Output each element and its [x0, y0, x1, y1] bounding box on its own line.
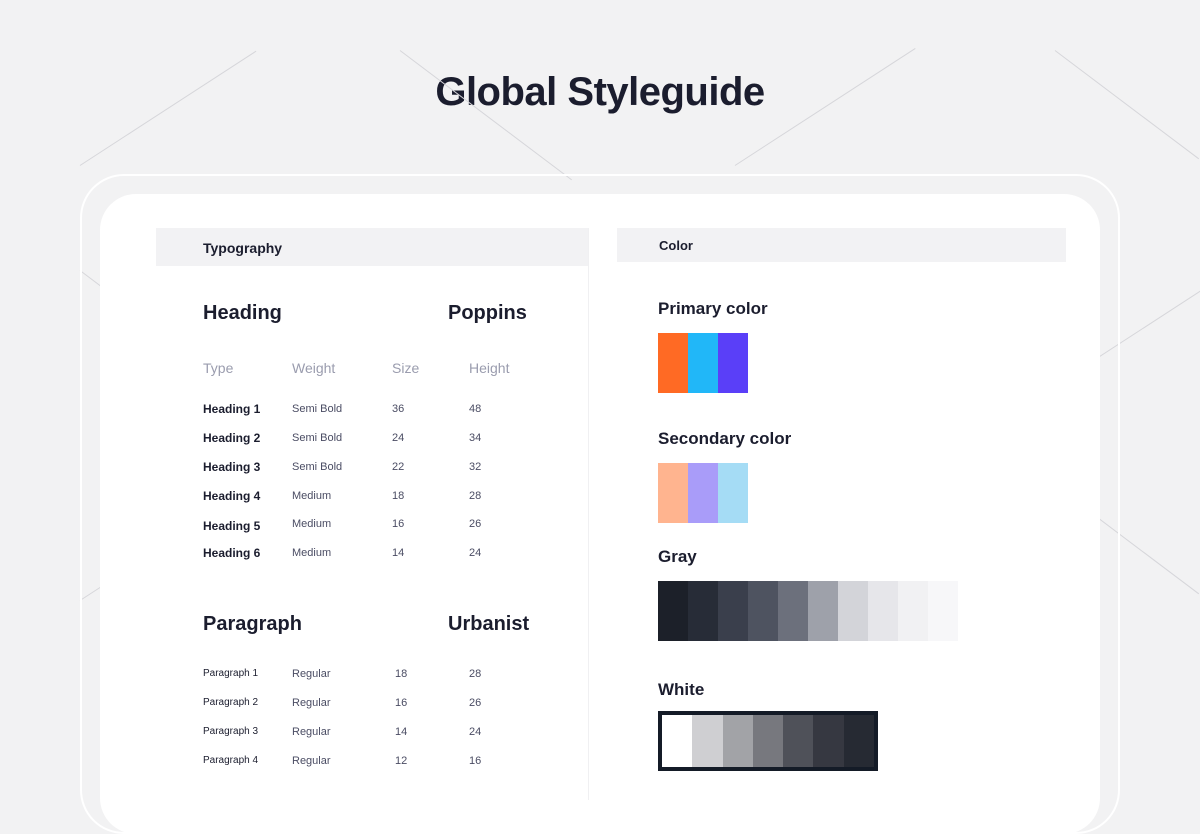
primary-color-swatch — [718, 333, 748, 393]
row-height: 34 — [469, 432, 482, 444]
color-section-header: Color — [617, 228, 1066, 262]
row-height: 24 — [469, 547, 482, 559]
white-color-swatch — [813, 715, 844, 767]
paragraph-block-title: Paragraph — [203, 613, 302, 635]
row-weight: Regular — [292, 668, 331, 680]
row-height: 24 — [469, 726, 482, 738]
row-size: 22 — [392, 461, 405, 473]
row-type: Heading 2 — [203, 431, 261, 445]
heading-block-title: Heading — [203, 302, 282, 324]
row-height: 16 — [469, 755, 482, 767]
secondary-color-swatch — [718, 463, 748, 523]
primary-color-title: Primary color — [658, 299, 768, 318]
row-type: Paragraph 2 — [203, 697, 259, 708]
row-weight: Medium — [292, 547, 332, 559]
row-size: 18 — [392, 490, 405, 502]
page-title: Global Styleguide — [435, 70, 765, 114]
row-weight: Medium — [292, 490, 332, 502]
column-header-size: Size — [392, 360, 420, 376]
row-size: 36 — [392, 403, 405, 415]
row-size: 16 — [392, 518, 405, 530]
row-height: 26 — [469, 697, 482, 709]
row-size: 14 — [392, 547, 405, 559]
typography-section-header: Typography — [156, 228, 588, 266]
row-height: 48 — [469, 403, 482, 415]
gray-color-swatch — [898, 581, 928, 641]
white-color-swatch — [722, 715, 753, 767]
white-color-swatch — [752, 715, 784, 767]
primary-color-swatch — [688, 333, 718, 393]
row-height: 28 — [469, 490, 482, 502]
gray-color-palette — [658, 581, 958, 641]
row-weight: Semi Bold — [292, 403, 343, 415]
column-divider — [588, 228, 589, 800]
row-size: 16 — [395, 697, 408, 709]
row-type: Heading 6 — [203, 546, 261, 560]
gray-color-swatch — [778, 581, 808, 641]
white-color-swatch — [662, 715, 693, 767]
secondary-color-swatch — [658, 463, 688, 523]
row-weight: Semi Bold — [292, 432, 343, 444]
row-size: 24 — [392, 432, 405, 444]
row-weight: Regular — [292, 755, 331, 767]
row-type: Heading 5 — [203, 519, 261, 533]
white-color-palette — [658, 711, 878, 771]
row-type: Heading 3 — [203, 460, 261, 474]
column-header-height: Height — [469, 360, 510, 376]
gray-color-swatch — [688, 581, 718, 641]
row-size: 12 — [395, 755, 408, 767]
gray-color-title: Gray — [658, 547, 697, 566]
gray-color-swatch — [658, 581, 688, 641]
gray-color-swatch — [808, 581, 838, 641]
row-size: 14 — [395, 726, 408, 738]
row-weight: Medium — [292, 518, 332, 530]
row-weight: Regular — [292, 726, 331, 738]
white-color-swatch — [692, 715, 723, 767]
row-weight: Regular — [292, 697, 331, 709]
row-height: 32 — [469, 461, 482, 473]
secondary-color-palette — [658, 463, 748, 523]
column-header-weight: Weight — [292, 360, 336, 376]
row-type: Paragraph 1 — [203, 668, 259, 679]
gray-color-swatch — [838, 581, 868, 641]
white-color-title: White — [658, 680, 705, 699]
row-size: 18 — [395, 668, 408, 680]
column-header-type: Type — [203, 360, 234, 376]
gray-color-swatch — [748, 581, 778, 641]
row-type: Paragraph 3 — [203, 726, 259, 737]
gray-color-swatch — [928, 581, 958, 641]
primary-color-palette — [658, 333, 748, 393]
row-height: 26 — [469, 518, 482, 530]
row-type: Heading 4 — [203, 489, 261, 503]
row-weight: Semi Bold — [292, 461, 343, 473]
gray-color-swatch — [868, 581, 898, 641]
paragraph-font-name: Urbanist — [448, 613, 530, 635]
row-height: 28 — [469, 668, 482, 680]
gray-color-swatch — [718, 581, 748, 641]
white-color-swatch — [843, 715, 874, 767]
row-type: Paragraph 4 — [203, 755, 259, 766]
color-section-label: Color — [659, 238, 693, 253]
typography-section-label: Typography — [203, 240, 283, 256]
styleguide-card — [100, 194, 1100, 834]
secondary-color-title: Secondary color — [658, 429, 792, 448]
primary-color-swatch — [658, 333, 688, 393]
white-color-swatch — [783, 715, 814, 767]
heading-font-name: Poppins — [448, 302, 527, 324]
row-type: Heading 1 — [203, 402, 261, 416]
secondary-color-swatch — [688, 463, 718, 523]
